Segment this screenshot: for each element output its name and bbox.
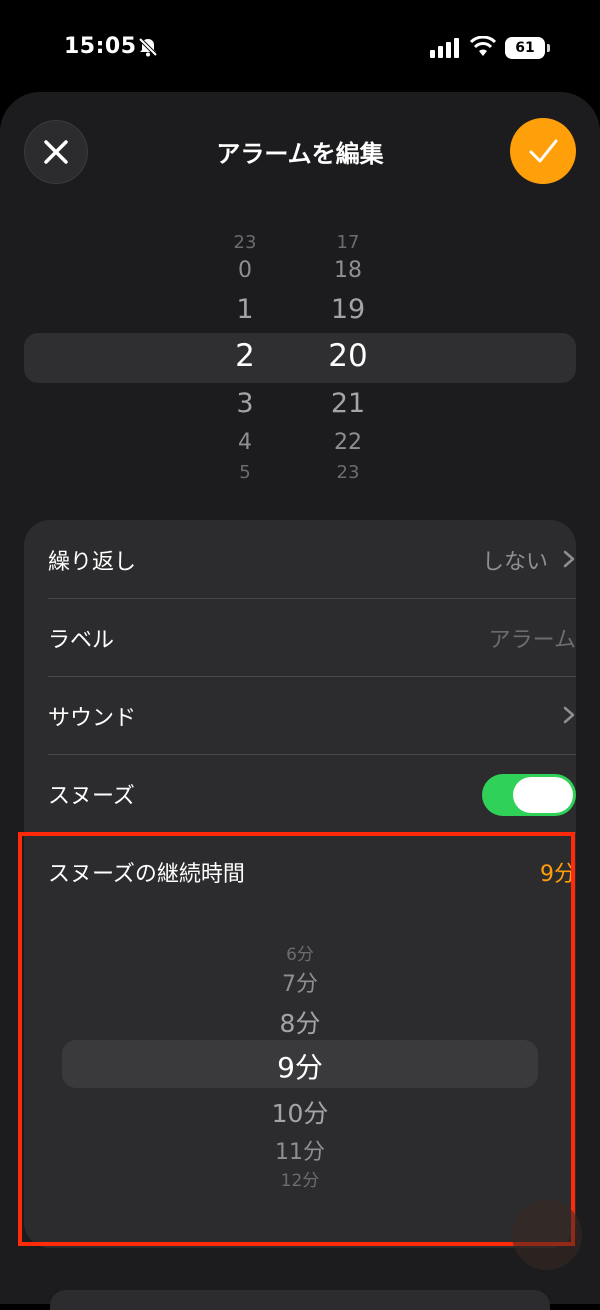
battery-icon: 61 [505,37,550,59]
label-row[interactable]: ラベル アラーム [48,598,576,676]
status-bar: 15:05 61 [0,0,600,92]
watermark-logo [512,1200,582,1270]
snooze-toggle[interactable] [482,774,576,816]
repeat-label: 繰り返し [48,550,137,575]
hour-selected: 2 [235,338,255,374]
hour-option: 23 [233,232,257,253]
hour-option: 1 [236,294,254,325]
minute-option: 21 [330,388,366,419]
hour-option: 4 [238,430,252,455]
next-sheet-edge [50,1290,550,1310]
signal-icon [430,38,459,58]
snooze-label: スヌーズ [48,784,135,809]
snooze-row: スヌーズ [48,754,576,832]
hour-option: 3 [236,388,254,419]
chevron-right-icon [563,550,575,568]
status-time: 15:05 [64,34,137,59]
label-label: ラベル [48,628,115,653]
save-button[interactable] [510,118,576,184]
sound-row[interactable]: サウンド [48,676,576,754]
time-picker-selection [24,333,576,383]
minute-option: 23 [336,462,360,483]
minute-option: 17 [336,232,360,253]
time-picker[interactable]: 23 0 1 2 3 4 5 17 18 19 20 21 22 23 [0,220,600,490]
minute-option: 19 [330,294,366,325]
hour-option: 0 [238,258,252,283]
label-input[interactable]: アラーム [489,622,576,654]
repeat-row[interactable]: 繰り返し しない [48,520,576,598]
repeat-value: しない [481,550,548,575]
hour-wheel[interactable]: 23 0 1 2 3 4 5 [205,220,285,490]
wifi-icon [470,36,496,56]
minute-option: 22 [334,430,362,455]
highlight-annotation-box [18,832,575,1246]
hour-option: 5 [239,462,251,483]
toggle-knob [513,777,573,813]
minute-option: 18 [334,258,362,283]
bell-slash-icon [138,37,158,57]
checkmark-icon [529,139,558,163]
minute-wheel[interactable]: 17 18 19 20 21 22 23 [308,220,388,490]
sound-label: サウンド [48,706,137,731]
chevron-right-icon [563,706,575,724]
minute-selected: 20 [328,338,368,374]
